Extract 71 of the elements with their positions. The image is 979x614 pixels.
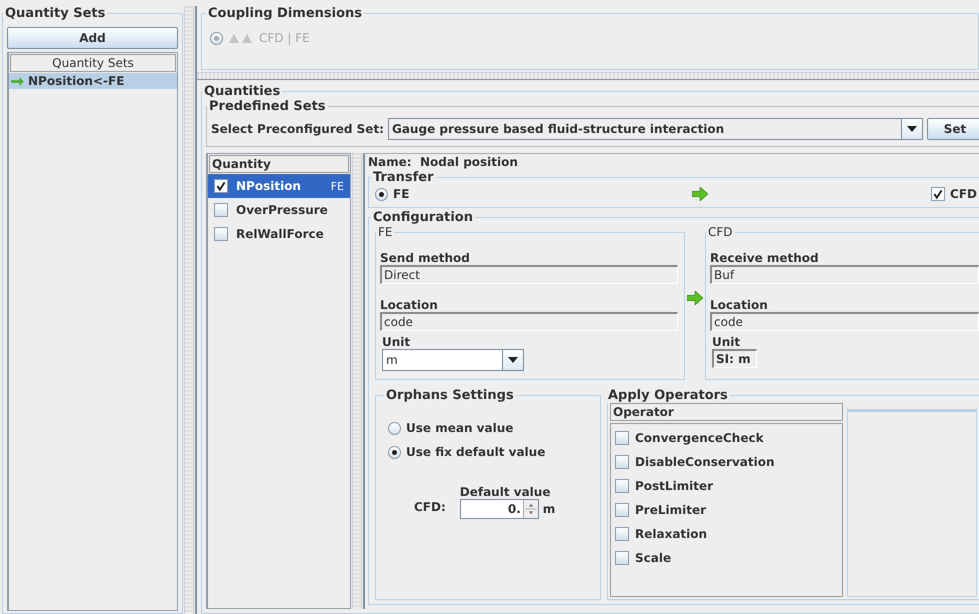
radio-button[interactable] [375, 188, 388, 200]
list-item[interactable]: OverPressure [208, 198, 350, 222]
column-header: Quantity [209, 155, 349, 173]
group-title: FE [377, 225, 394, 239]
splitter-handle[interactable] [352, 153, 362, 609]
arrow-icon [687, 291, 703, 305]
arrow-icon [692, 187, 708, 201]
checkbox[interactable] [214, 203, 228, 217]
field-label: Send method [380, 251, 471, 265]
group-title: Predefined Sets [208, 99, 327, 114]
text-field[interactable]: Buf [710, 265, 979, 284]
option-label: CFD [950, 187, 977, 201]
field-label: CFD: [414, 500, 446, 514]
text-field[interactable]: code [710, 312, 979, 331]
group-title: Coupling Dimensions [207, 6, 364, 21]
group-title: Transfer [372, 170, 434, 185]
field-label: Receive method [710, 251, 820, 265]
list-item[interactable]: RelWallForce [208, 222, 350, 246]
field-label: Location [380, 298, 439, 312]
field-label: Select Preconfigured Set: [211, 122, 384, 136]
operator-label: DisableConservation [635, 455, 775, 469]
unit-dropdown[interactable]: m [382, 349, 524, 371]
group-title: Apply Operators [607, 388, 729, 403]
operator-label: Relaxation [635, 527, 708, 541]
name-label: Name: Nodal position [368, 154, 519, 170]
field-label: Unit [381, 335, 412, 349]
list-item[interactable]: NPosition FE [208, 174, 350, 198]
add-button[interactable]: Add [7, 27, 178, 49]
option-label: CFD | FE [259, 31, 310, 45]
text-field[interactable]: Direct [380, 265, 678, 284]
splitter-handle[interactable] [197, 72, 979, 80]
checkbox[interactable] [615, 527, 629, 541]
group-title: Configuration [372, 210, 474, 225]
arrow-icon [11, 76, 24, 86]
checkbox[interactable] [931, 187, 946, 201]
splitter-handle[interactable] [184, 6, 194, 614]
group-title: Quantity Sets [4, 6, 106, 21]
field-label: Default value [460, 485, 550, 499]
set-button[interactable]: Set [927, 118, 979, 140]
checkbox[interactable] [615, 503, 629, 517]
operator-label: PostLimiter [635, 479, 714, 493]
checkbox[interactable] [214, 227, 228, 241]
checkbox[interactable] [615, 479, 629, 493]
text-field[interactable]: SI: m [712, 349, 757, 368]
radio-button[interactable] [388, 422, 401, 434]
group-title: CFD [707, 225, 734, 239]
preset-dropdown[interactable]: Gauge pressure based fluid-structure interaction [388, 118, 923, 140]
checkbox[interactable] [214, 179, 228, 193]
group-title: Quantities [203, 84, 282, 99]
caret-icon [907, 126, 917, 132]
number-spinner[interactable]: 0. [460, 499, 539, 519]
text-field[interactable]: code [380, 312, 678, 331]
operator-label: ConvergenceCheck [635, 431, 764, 445]
list-item[interactable]: NPosition<-FE [9, 73, 177, 89]
field-label: Unit [711, 335, 742, 349]
operator-label: Scale [635, 551, 672, 565]
option-label: Use fix default value [406, 445, 546, 459]
unit-label: m [542, 502, 556, 516]
column-header: Operator [610, 403, 843, 421]
checkbox[interactable] [615, 455, 629, 469]
option-label: FE [393, 187, 410, 201]
checkbox[interactable] [615, 551, 629, 565]
triangle-icon [229, 33, 253, 43]
group-title: Orphans Settings [385, 388, 515, 403]
field-label: Location [710, 298, 769, 312]
list-header: Quantity Sets [10, 54, 176, 72]
checkbox[interactable] [615, 431, 629, 445]
option-label: Use mean value [406, 421, 514, 435]
radio-button[interactable] [388, 446, 401, 458]
operator-label: PreLimiter [635, 503, 706, 517]
caret-icon [508, 357, 518, 363]
